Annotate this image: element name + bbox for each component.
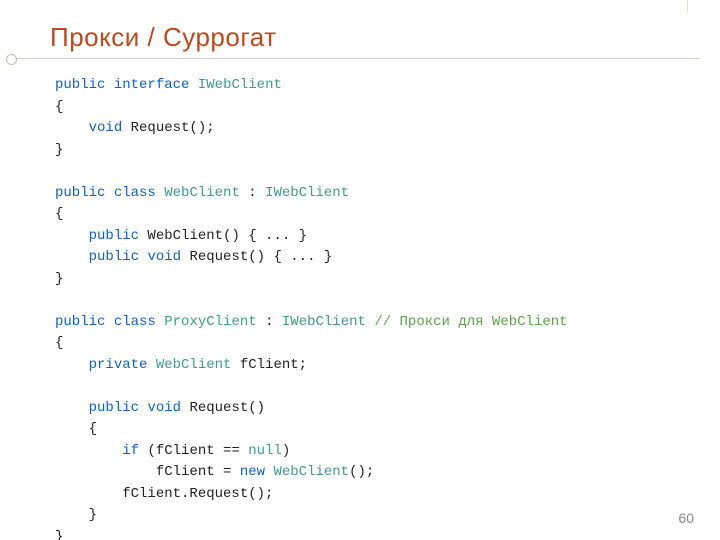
code-token-kw: public — [55, 314, 105, 330]
code-token-kw: if — [122, 443, 139, 459]
code-token-kw: void — [89, 120, 123, 136]
slide-title: Прокси / Суррогат — [50, 22, 720, 53]
code-token-type: WebClient — [273, 464, 349, 480]
code-line: fClient = new WebClient(); — [55, 462, 568, 484]
code-token: { — [55, 421, 97, 437]
page-number: 60 — [678, 510, 694, 526]
code-token-kw: public — [89, 228, 139, 244]
code-token: Request() — [181, 400, 265, 416]
code-token: fClient = — [55, 464, 240, 480]
code-token: } — [55, 271, 63, 287]
code-line: void Request(); — [55, 118, 568, 140]
title-block: Прокси / Суррогат — [0, 22, 720, 53]
code-token — [105, 77, 113, 93]
code-token-kw: class — [114, 314, 156, 330]
code-token — [147, 357, 155, 373]
code-token-kw: private — [89, 357, 148, 373]
code-token: { — [55, 99, 63, 115]
code-line: private WebClient fClient; — [55, 355, 568, 377]
code-line: { — [55, 204, 568, 226]
code-token-kw: new — [240, 464, 265, 480]
code-token-type: IWebClient — [282, 314, 366, 330]
code-line: if (fClient == null) — [55, 441, 568, 463]
code-token — [55, 249, 89, 265]
code-token-kw: public — [89, 400, 139, 416]
code-token — [55, 357, 89, 373]
code-token: { — [55, 206, 63, 222]
code-line — [55, 376, 568, 398]
code-token-kw: void — [147, 249, 181, 265]
code-token — [55, 228, 89, 244]
code-token-type: IWebClient — [265, 185, 349, 201]
code-token: : — [240, 185, 265, 201]
code-token — [156, 185, 164, 201]
code-line: { — [55, 97, 568, 119]
code-line — [55, 290, 568, 312]
code-token-type: WebClient — [164, 185, 240, 201]
code-token-kw: public — [89, 249, 139, 265]
code-line: } — [55, 505, 568, 527]
code-token-kw: public — [55, 185, 105, 201]
code-token — [189, 77, 197, 93]
code-token: Request(); — [122, 120, 214, 136]
code-line: { — [55, 419, 568, 441]
code-token — [55, 443, 122, 459]
decor-top-tick — [687, 0, 688, 12]
code-token-type: ProxyClient — [164, 314, 256, 330]
code-line: { — [55, 333, 568, 355]
code-line: public class ProxyClient : IWebClient //… — [55, 312, 568, 334]
code-line: public void Request() { ... } — [55, 247, 568, 269]
code-token — [105, 185, 113, 201]
code-token — [55, 400, 89, 416]
code-token: (fClient == — [139, 443, 248, 459]
slide: Прокси / Суррогат public interface IWebC… — [0, 0, 720, 540]
code-line: } — [55, 140, 568, 162]
code-line: public void Request() — [55, 398, 568, 420]
code-token-kw: public — [55, 77, 105, 93]
code-token-type: WebClient — [156, 357, 232, 373]
title-underline — [6, 58, 700, 59]
code-token-kw: class — [114, 185, 156, 201]
code-block: public interface IWebClient { void Reques… — [55, 75, 568, 540]
code-token: { — [55, 335, 63, 351]
code-token: fClient; — [231, 357, 307, 373]
code-token-type: null — [248, 443, 282, 459]
code-token — [55, 120, 89, 136]
code-token: (); — [349, 464, 374, 480]
code-token: ) — [282, 443, 290, 459]
code-line: } — [55, 269, 568, 291]
code-token: Request() { ... } — [181, 249, 332, 265]
code-token: fClient.Request(); — [55, 486, 273, 502]
code-token: } — [55, 507, 97, 523]
code-token: } — [55, 142, 63, 158]
code-line: fClient.Request(); — [55, 484, 568, 506]
code-line: } — [55, 527, 568, 540]
code-line — [55, 161, 568, 183]
code-token: } — [55, 529, 63, 540]
code-token: : — [257, 314, 282, 330]
code-token-cmt: // Прокси для WebClient — [374, 314, 567, 330]
code-line: public class WebClient : IWebClient — [55, 183, 568, 205]
code-token: WebClient() { ... } — [139, 228, 307, 244]
code-token-type: IWebClient — [198, 77, 282, 93]
code-token — [105, 314, 113, 330]
code-line: public interface IWebClient — [55, 75, 568, 97]
title-underline-dot — [6, 54, 17, 65]
code-token-kw: interface — [114, 77, 190, 93]
code-token — [156, 314, 164, 330]
code-token-kw: void — [147, 400, 181, 416]
code-line: public WebClient() { ... } — [55, 226, 568, 248]
